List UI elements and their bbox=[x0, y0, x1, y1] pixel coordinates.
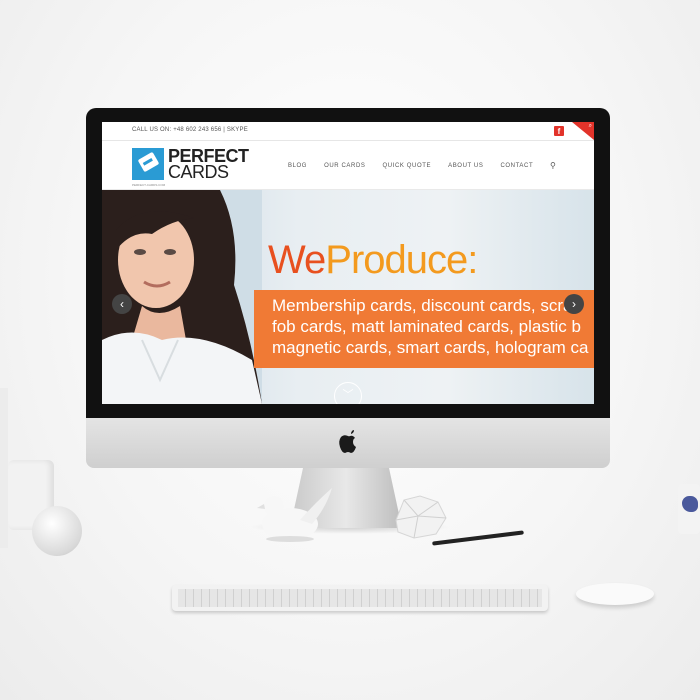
nav-item-blog[interactable]: BLOG bbox=[288, 163, 307, 173]
magic-mouse bbox=[576, 583, 654, 605]
nav-item-our-cards[interactable]: OUR CARDS bbox=[324, 163, 365, 173]
hero-headline: WeProduce: bbox=[268, 238, 478, 282]
nav-item-about-us[interactable]: ABOUT US bbox=[448, 163, 483, 173]
keyboard-keys bbox=[178, 589, 542, 607]
products-line-1: Membership cards, discount cards, scra bbox=[272, 296, 573, 315]
ceramic-bird bbox=[257, 488, 332, 542]
desk-scene: CALL US ON: +48 602 243 656 | SKYPE f ⌕ … bbox=[0, 0, 700, 700]
nav-search-icon[interactable]: ⚲ bbox=[550, 161, 556, 170]
logo-icon[interactable] bbox=[132, 148, 164, 180]
ceramic-sphere bbox=[32, 506, 82, 556]
hero-slider: WeProduce: Membership cards, discount ca… bbox=[102, 190, 594, 404]
vase-edge bbox=[0, 388, 8, 548]
nav-item-quick-quote[interactable]: QUICK QUOTE bbox=[382, 163, 431, 173]
monitor-bezel: CALL US ON: +48 602 243 656 | SKYPE f ⌕ … bbox=[86, 108, 610, 418]
products-line-3: magnetic cards, smart cards, hologram ca bbox=[272, 338, 589, 357]
slider-prev-button[interactable]: ‹ bbox=[112, 294, 132, 314]
logo-tagline: PERFECT-CARDS.COM bbox=[132, 183, 166, 187]
crumpled-paper bbox=[395, 495, 447, 539]
scroll-down-button[interactable]: ﹀ bbox=[334, 382, 362, 404]
keyboard bbox=[172, 585, 548, 611]
apple-logo-icon bbox=[339, 430, 356, 453]
nav-item-contact[interactable]: CONTACT bbox=[500, 163, 533, 173]
card-icon bbox=[137, 151, 160, 173]
headline-we: We bbox=[268, 238, 326, 282]
headline-produce: Produce: bbox=[325, 238, 478, 282]
call-us-text[interactable]: CALL US ON: +48 602 243 656 | SKYPE bbox=[132, 127, 248, 133]
logo-text-cards[interactable]: CARDS bbox=[168, 163, 229, 181]
slider-next-button[interactable]: › bbox=[564, 294, 584, 314]
corner-search-tab[interactable]: ⌕ bbox=[572, 122, 594, 140]
facebook-icon[interactable]: f bbox=[554, 126, 564, 136]
top-bar: CALL US ON: +48 602 243 656 | SKYPE f ⌕ bbox=[102, 122, 594, 141]
site-header: PERFECT CARDS PERFECT-CARDS.COM BLOG OUR… bbox=[102, 141, 594, 191]
hero-products-box: Membership cards, discount cards, scra f… bbox=[254, 290, 594, 368]
search-icon: ⌕ bbox=[588, 123, 592, 129]
decorative-cup bbox=[678, 484, 700, 534]
main-nav: BLOG OUR CARDS QUICK QUOTE ABOUT US CONT… bbox=[288, 163, 550, 173]
products-line-2: fob cards, matt laminated cards, plastic… bbox=[272, 317, 581, 336]
imac-monitor: CALL US ON: +48 602 243 656 | SKYPE f ⌕ … bbox=[86, 108, 610, 468]
monitor-chin bbox=[86, 418, 610, 468]
website-screen: CALL US ON: +48 602 243 656 | SKYPE f ⌕ … bbox=[102, 122, 594, 404]
